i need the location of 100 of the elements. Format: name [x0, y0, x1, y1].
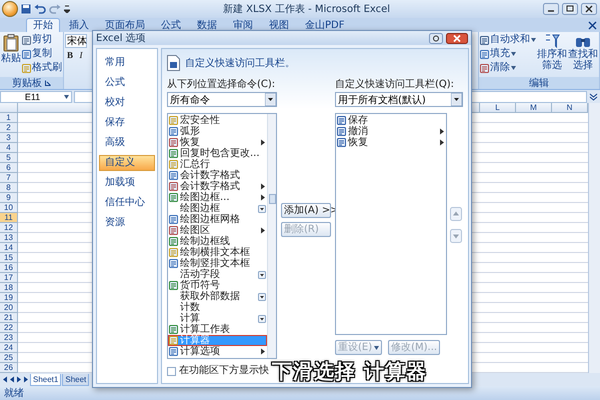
dialog-launcher-icon[interactable]: [45, 80, 51, 86]
sheet-tab[interactable]: Sheet1: [30, 374, 62, 386]
toolbar-item[interactable]: 恢复: [336, 137, 446, 148]
column-header[interactable]: N: [552, 103, 588, 113]
row-header[interactable]: 5: [0, 153, 18, 163]
checkbox[interactable]: [167, 366, 176, 376]
command-item[interactable]: 绘图区: [168, 225, 267, 236]
row-header[interactable]: 23: [0, 333, 18, 343]
ribbon-tab[interactable]: 开始: [26, 18, 60, 32]
toolbar-list[interactable]: 保存 撤消 恢复: [335, 113, 447, 335]
row-header[interactable]: 16: [0, 263, 18, 273]
column-header[interactable]: L: [480, 103, 516, 113]
expand-icon[interactable]: [589, 92, 598, 101]
command-item[interactable]: 回复时包含更改...: [168, 148, 267, 159]
row-header[interactable]: 9: [0, 193, 18, 203]
row-header[interactable]: 1: [0, 113, 18, 123]
category-item[interactable]: 自定义: [99, 155, 155, 171]
italic-button[interactable]: I: [76, 49, 86, 61]
save-icon[interactable]: [21, 4, 31, 14]
command-item[interactable]: 宏安全性: [168, 115, 267, 126]
toolbar-scope-select[interactable]: 用于所有文档(默认): [335, 92, 463, 107]
command-item[interactable]: 恢复: [168, 137, 267, 148]
command-item[interactable]: 计数: [168, 302, 267, 313]
row-header[interactable]: 7: [0, 173, 18, 183]
maximize-button[interactable]: [562, 3, 578, 15]
ribbon-command[interactable]: 清除: [480, 62, 536, 74]
column-header[interactable]: M: [516, 103, 552, 113]
bold-button[interactable]: B: [65, 49, 75, 61]
category-item[interactable]: 资源: [99, 215, 155, 231]
row-header[interactable]: 4: [0, 143, 18, 153]
row-header[interactable]: 18: [0, 283, 18, 293]
ribbon-tab[interactable]: 页面布局: [98, 18, 152, 32]
row-header[interactable]: 3: [0, 133, 18, 143]
ribbon-tab[interactable]: 数据: [190, 18, 224, 32]
font-field[interactable]: 宋体: [65, 34, 87, 48]
row-header[interactable]: 15: [0, 253, 18, 263]
row-header[interactable]: 6: [0, 163, 18, 173]
category-item[interactable]: 校对: [99, 95, 155, 111]
minimize-button[interactable]: [543, 3, 559, 15]
ribbon-command[interactable]: 自动求和: [480, 34, 536, 46]
command-item[interactable]: 绘图边框: [168, 203, 267, 214]
category-item[interactable]: 保存: [99, 115, 155, 131]
close-button[interactable]: [446, 32, 468, 44]
command-item[interactable]: 会计数字格式: [168, 170, 267, 181]
row-header[interactable]: 8: [0, 183, 18, 193]
sort-filter-button[interactable]: 排序和筛选: [537, 34, 567, 77]
row-header[interactable]: 2: [0, 123, 18, 133]
ribbon-command[interactable]: 填充: [480, 48, 536, 60]
row-header[interactable]: 26: [0, 363, 18, 373]
customize-menu-icon[interactable]: [64, 5, 70, 13]
find-select-button[interactable]: 查找和选择: [568, 34, 598, 77]
help-button[interactable]: [429, 32, 443, 44]
row-header[interactable]: 17: [0, 273, 18, 283]
command-item[interactable]: 货币符号: [168, 280, 267, 291]
row-header[interactable]: 19: [0, 293, 18, 303]
close-workbook-icon[interactable]: [588, 20, 597, 30]
scrollbar[interactable]: [267, 114, 276, 358]
command-item[interactable]: 计算: [168, 313, 267, 324]
ribbon-tab[interactable]: 金山PDF: [298, 18, 352, 32]
ribbon-tab[interactable]: 审阅: [226, 18, 260, 32]
command-item[interactable]: 汇总行: [168, 159, 267, 170]
ribbon-command[interactable]: 剪切: [22, 34, 62, 46]
category-item[interactable]: 常用: [99, 55, 155, 71]
category-item[interactable]: 加载项: [99, 175, 155, 191]
command-item[interactable]: 弧形: [168, 126, 267, 137]
command-item[interactable]: 会计数字格式: [168, 181, 267, 192]
paste-button[interactable]: 粘贴: [1, 34, 21, 77]
row-header[interactable]: 10: [0, 203, 18, 213]
ribbon-command[interactable]: 格式刷: [22, 62, 62, 74]
name-box[interactable]: E11: [0, 90, 72, 102]
command-item[interactable]: 绘制竖排文本框: [168, 258, 267, 269]
row-header[interactable]: 12: [0, 223, 18, 233]
command-source-select[interactable]: 所有命令: [167, 92, 277, 107]
command-item[interactable]: 绘制边框线: [168, 236, 267, 247]
ribbon-command[interactable]: 复制: [22, 48, 62, 60]
command-list[interactable]: 宏安全性 弧形 恢复 回复时包含更改... 汇总行 会计数字格式 会计数字格式 绘图边框... 绘图边框 绘图边框网格 绘图区 绘制边框线 绘制横排文本框 绘制竖排文本框 活动字段 货币符号 获取外部数据 计数 计算 计算工作表 计算器 计算选项: [167, 113, 277, 359]
dropdown-button[interactable]: [265, 93, 276, 106]
command-item[interactable]: 绘图边框...: [168, 192, 267, 203]
ribbon-tab[interactable]: 插入: [62, 18, 96, 32]
command-item[interactable]: 计算选项: [168, 346, 267, 357]
toolbar-item[interactable]: 撤消: [336, 126, 446, 137]
category-item[interactable]: 高级: [99, 135, 155, 151]
category-item[interactable]: 公式: [99, 75, 155, 91]
row-header[interactable]: 21: [0, 313, 18, 323]
command-item[interactable]: 获取外部数据: [168, 291, 267, 302]
undo-icon[interactable]: [34, 4, 46, 14]
ribbon-tab[interactable]: 公式: [154, 18, 188, 32]
row-header[interactable]: 22: [0, 323, 18, 333]
row-header[interactable]: 14: [0, 243, 18, 253]
office-button[interactable]: [2, 1, 18, 17]
row-header[interactable]: 13: [0, 233, 18, 243]
row-header[interactable]: 24: [0, 343, 18, 353]
row-header[interactable]: 11: [0, 213, 18, 223]
sheet-tab[interactable]: Sheet: [62, 374, 90, 386]
vertical-scrollbar[interactable]: [588, 103, 600, 373]
close-button[interactable]: [581, 3, 597, 15]
row-header[interactable]: 20: [0, 303, 18, 313]
row-header[interactable]: 25: [0, 353, 18, 363]
category-item[interactable]: 信任中心: [99, 195, 155, 211]
command-item[interactable]: 绘图边框网格: [168, 214, 267, 225]
